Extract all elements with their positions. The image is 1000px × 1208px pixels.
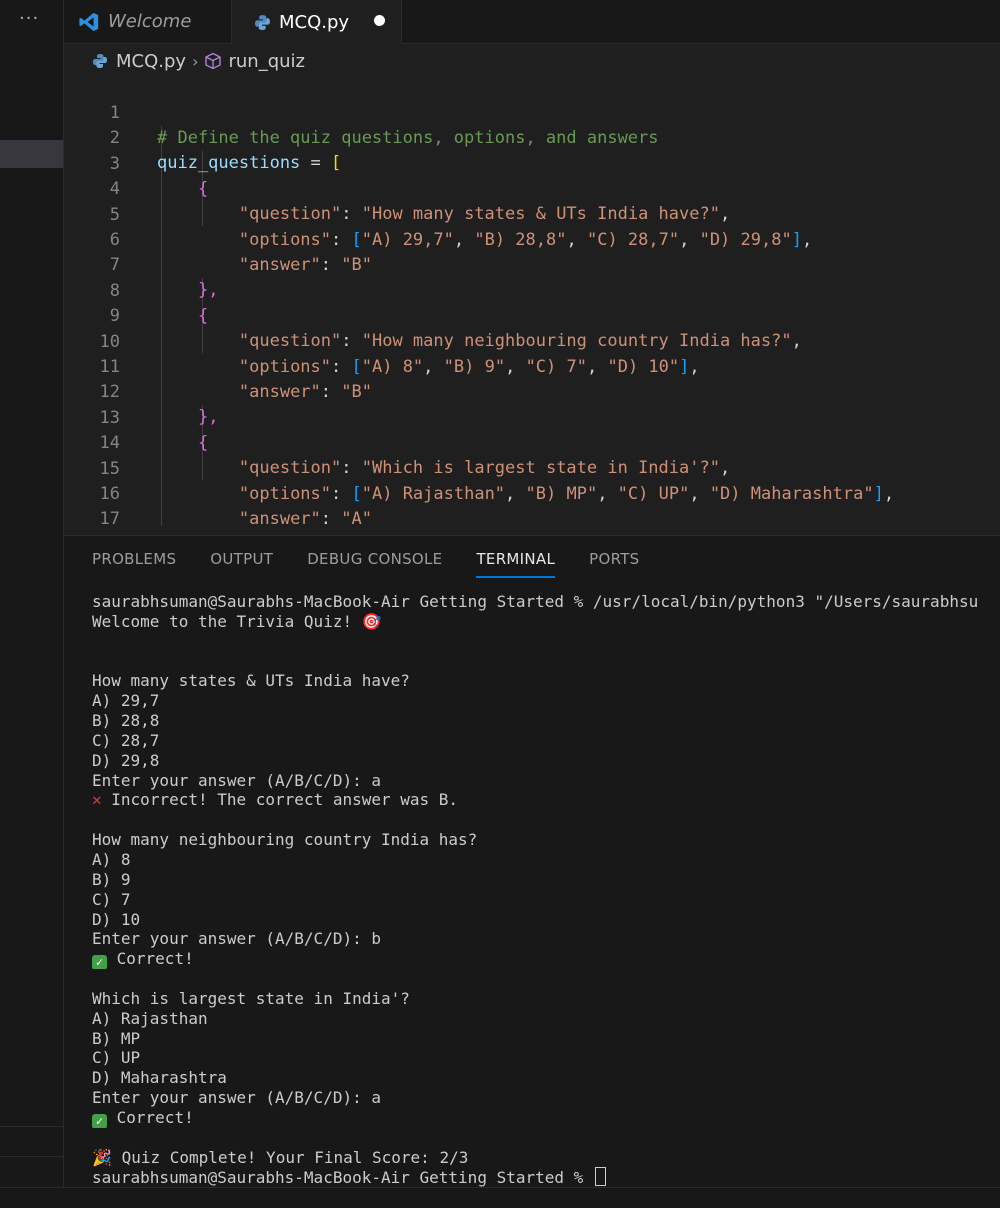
tab-output[interactable]: OUTPUT [210,550,273,576]
tab-debug-console[interactable]: DEBUG CONSOLE [307,550,442,576]
final-score-text: Quiz Complete! Your Final Score: 2/3 [121,1147,469,1167]
vscode-logo-icon [79,12,99,31]
result-text: Correct! [116,949,194,969]
code-line: 5 "options": ["A) 29,7", "B) 28,8", "C) … [64,178,1000,250]
activity-sidebar: ··· [0,0,64,1207]
terminal-line: saurabhsuman@Saurabhs-MacBook-Air Gettin… [92,592,1000,612]
terminal-line: B) 9 [92,869,131,889]
code-line: 12 }, [64,355,1000,427]
code-editor[interactable]: 1 # Define the quiz questions, options, … [64,76,1000,580]
tab-mcq-py[interactable]: MCQ.py [232,0,402,44]
terminal-line: 🎉 Quiz Complete! Your Final Score: 2/3 [92,1148,1000,1168]
tab-label: Welcome [108,11,192,32]
python-icon [255,14,270,30]
terminal-cursor[interactable] [594,1167,606,1187]
tab-terminal[interactable]: TERMINAL [476,550,556,578]
terminal-line: B) 28,8 [92,711,160,731]
terminal-line: D) 10 [92,909,141,929]
cube-icon [205,52,222,70]
code-line: 3 { [64,127,1000,199]
terminal-line: D) 29,8 [92,750,160,770]
panel-tabs: PROBLEMS OUTPUT DEBUG CONSOLE TERMINAL P… [92,550,674,578]
terminal-line: Which is largest state in India'? [92,988,410,1008]
terminal-line: C) 28,7 [92,730,160,750]
terminal-line: D) Maharashtra [92,1068,227,1088]
python-icon [93,54,107,68]
sidebar-selected-row[interactable] [0,140,63,168]
code-line: 4 "question": "How many states & UTs Ind… [64,152,1000,224]
result-text: Correct! [116,1107,194,1127]
cross-mark-icon: ✕ [92,790,102,810]
chevron-right-icon: › [192,51,199,71]
terminal-line: How many states & UTs India have? [92,671,410,691]
terminal-prompt: saurabhsuman@Saurabhs-MacBook-Air Gettin… [92,1168,593,1188]
code-line: 16 "answer": "A" [64,457,1000,529]
panel-bottom-edge [0,1187,1000,1208]
check-mark-icon: ✓ [92,955,107,970]
breadcrumb-file[interactable]: MCQ.py [116,51,186,72]
breadcrumb-symbol[interactable]: run_quiz [228,51,305,72]
check-mark-icon: ✓ [92,1113,107,1128]
code-line: 14 "question": "Which is largest state i… [64,406,1000,478]
editor-tab-bar: Welcome MCQ.py [64,0,1000,44]
result-text: Incorrect! The correct answer was B. [111,790,459,810]
terminal-output[interactable]: saurabhsuman@Saurabhs-MacBook-Air Gettin… [92,592,1000,1187]
terminal-line: Welcome to the Trivia Quiz! 🎯 [92,611,382,631]
terminal-line: Enter your answer (A/B/C/D): a [92,770,381,790]
code-line: 8 { [64,254,1000,326]
code-line: 18 ] [64,508,1000,580]
terminal-line: How many neighbouring country India has? [92,830,478,850]
terminal-command: saurabhsuman@Saurabhs-MacBook-Air Gettin… [92,592,979,611]
code-line: 9 "question": "How many neighbouring cou… [64,279,1000,351]
code-line: 7 }, [64,228,1000,300]
party-popper-icon: 🎉 [92,1147,112,1167]
tab-welcome[interactable]: Welcome [64,0,232,43]
code-line: 10 "options": ["A) 8", "B) 9", "C) 7", "… [64,305,1000,377]
tab-label: MCQ.py [279,11,350,33]
terminal-line: B) MP [92,1028,141,1048]
terminal-line: C) 7 [92,889,131,909]
breadcrumb: MCQ.py › run_quiz [92,48,305,74]
terminal-line: ✓ Correct! [92,949,1000,970]
terminal-line: Enter your answer (A/B/C/D): b [92,929,381,949]
code-line: 11 "answer": "B" [64,330,1000,402]
terminal-line: A) 8 [92,849,131,869]
code-line: 17 } [64,482,1000,554]
code-line: 15 "options": ["A) Rajasthan", "B) MP", … [64,432,1000,504]
code-line: 1 # Define the quiz questions, options, … [64,76,1000,148]
terminal-line: A) 29,7 [92,691,160,711]
terminal-line: Enter your answer (A/B/C/D): a [92,1088,381,1108]
tab-problems[interactable]: PROBLEMS [92,550,176,576]
terminal-line: ✕ Incorrect! The correct answer was B. [92,790,1000,810]
terminal-line: saurabhsuman@Saurabhs-MacBook-Air Gettin… [92,1167,1000,1187]
code-line: 13 { [64,381,1000,453]
more-actions-icon[interactable]: ··· [19,8,39,29]
terminal-line: ✓ Correct! [92,1108,1000,1128]
tab-ports[interactable]: PORTS [589,550,639,576]
sidebar-divider [0,1156,63,1157]
sidebar-divider [0,1126,63,1127]
code-line: 6 "answer": "B" [64,203,1000,275]
bottom-panel: PROBLEMS OUTPUT DEBUG CONSOLE TERMINAL P… [64,535,1000,1208]
code-line: 2 quiz_questions = [ [64,101,1000,173]
terminal-line: A) Rajasthan [92,1008,208,1028]
terminal-line: C) UP [92,1048,141,1068]
unsaved-dot-icon[interactable] [374,15,385,26]
